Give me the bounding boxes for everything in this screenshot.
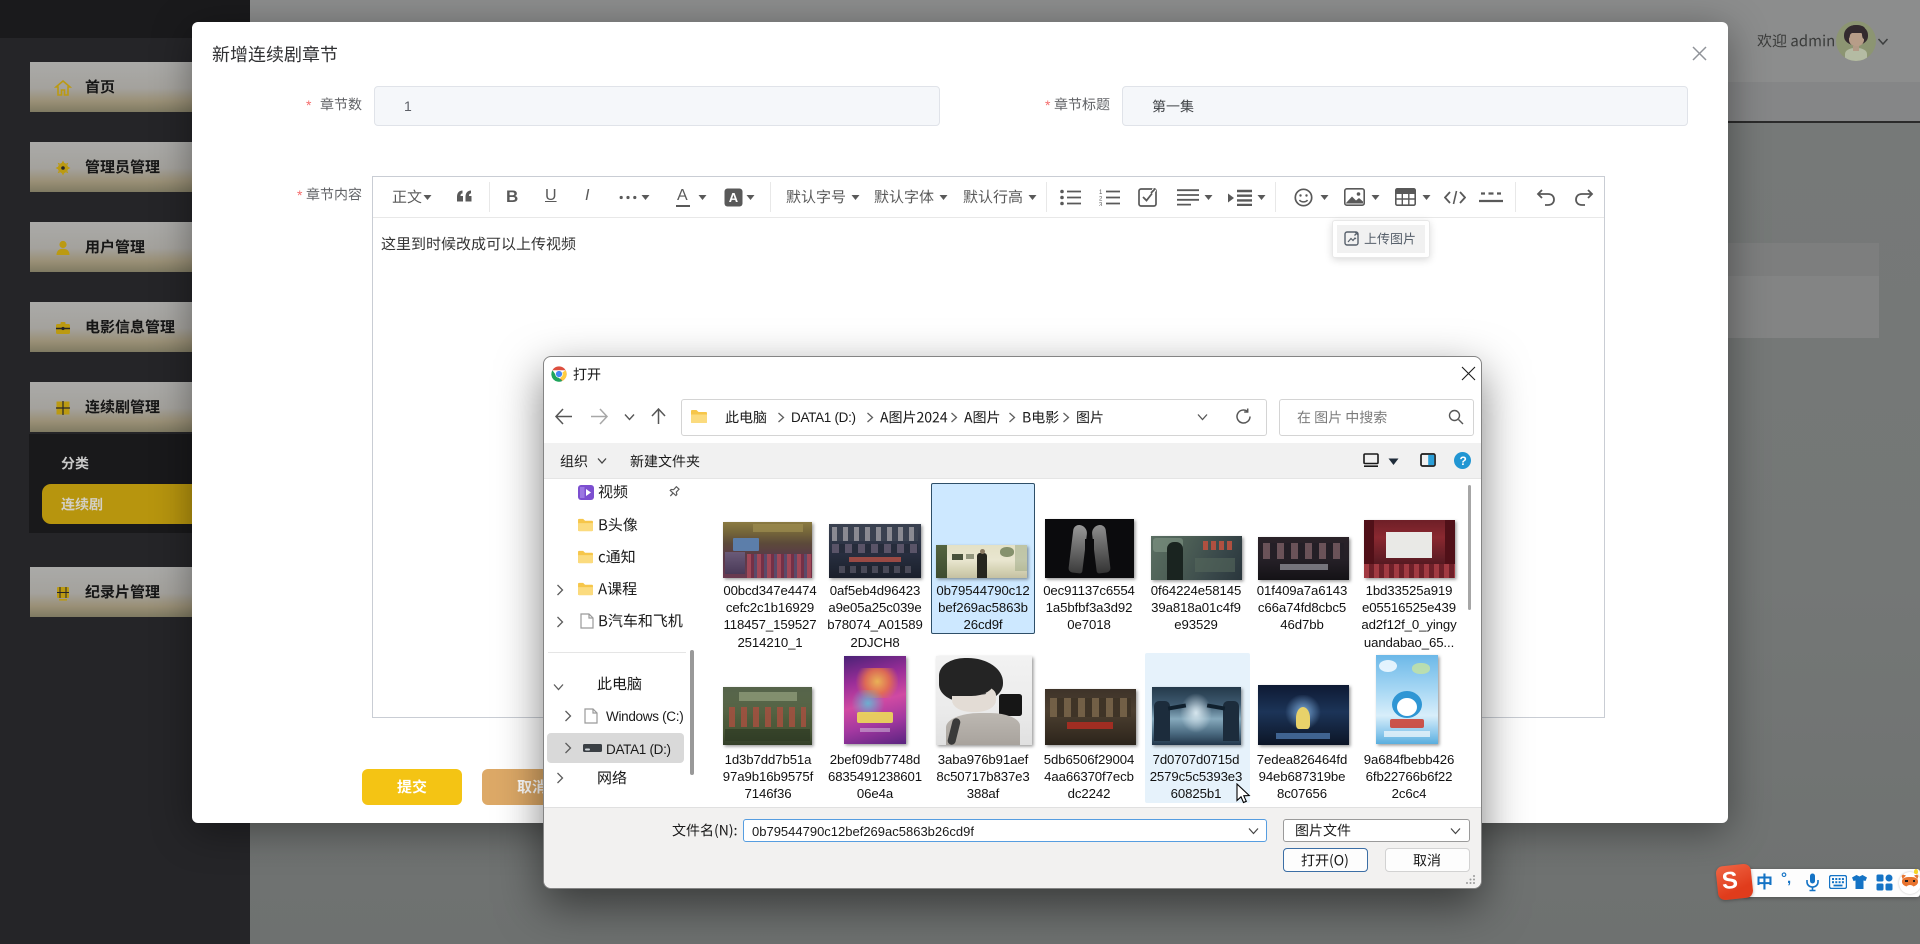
svg-text:1: 1: [1099, 190, 1103, 196]
svg-text:3: 3: [1099, 203, 1103, 207]
svg-text:A: A: [729, 190, 739, 205]
